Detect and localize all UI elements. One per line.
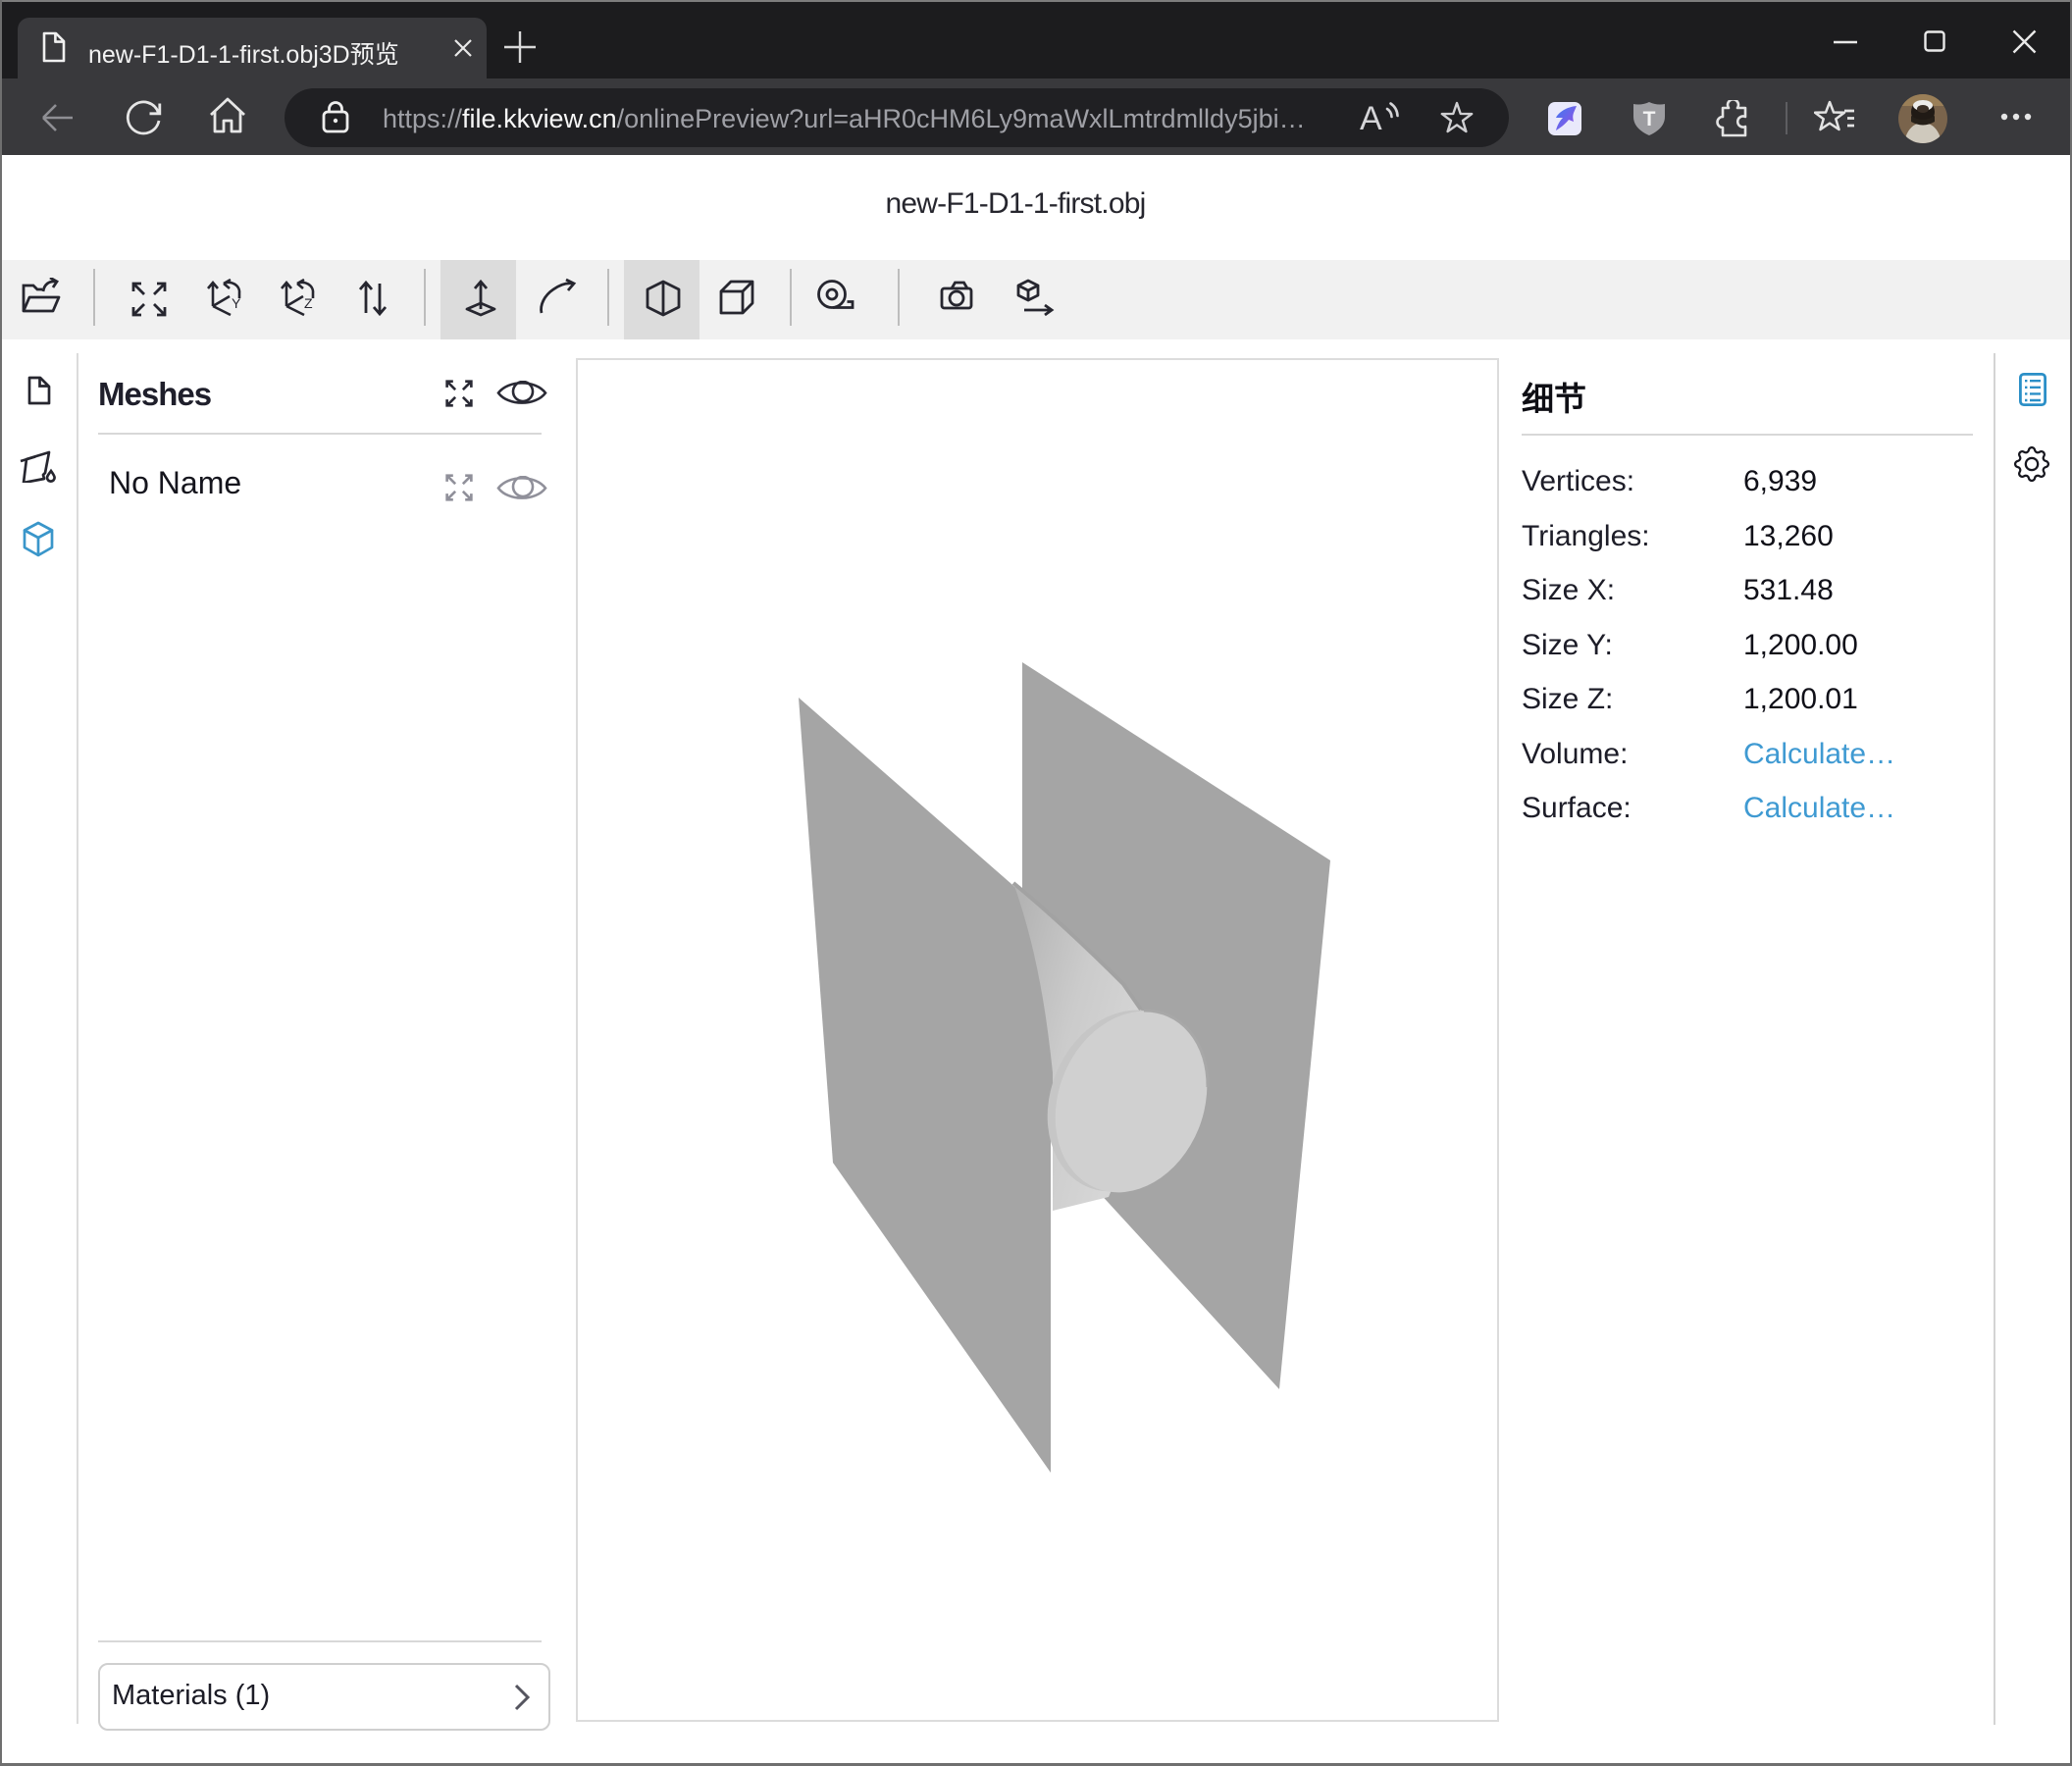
svg-text:Y: Y	[232, 295, 241, 311]
svg-text:Z: Z	[304, 295, 313, 311]
svg-text:T: T	[1643, 108, 1656, 130]
svg-text:A: A	[1360, 100, 1382, 136]
